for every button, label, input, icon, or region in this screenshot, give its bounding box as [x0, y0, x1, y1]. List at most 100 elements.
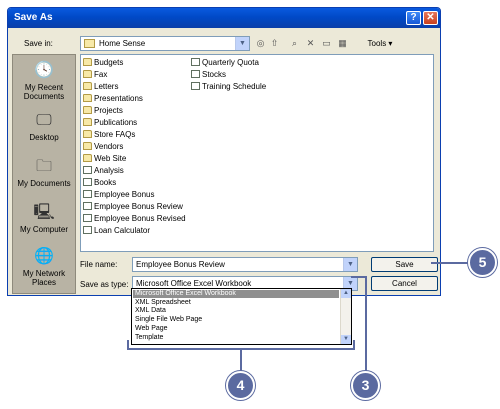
list-item[interactable]: Web Site: [83, 153, 126, 164]
cancel-button[interactable]: Cancel: [371, 276, 438, 291]
callout-5: 5: [468, 248, 497, 277]
scroll-down-icon[interactable]: ▼: [341, 335, 351, 344]
dialog-title: Save As: [14, 12, 53, 23]
file-name: Publications: [94, 118, 138, 127]
scroll-up-icon[interactable]: ▲: [341, 289, 351, 298]
callout-3: 3: [351, 371, 380, 400]
file-name: Budgets: [94, 58, 124, 67]
place-desktop[interactable]: 🖵 Desktop: [13, 111, 75, 142]
place-my-computer[interactable]: 🖳 My Computer: [13, 203, 75, 234]
places-bar: 🕓 My Recent Documents 🖵 Desktop 🗀 My Doc…: [12, 54, 76, 294]
file-name: Books: [94, 178, 117, 187]
list-item[interactable]: Letters: [83, 81, 118, 92]
file-name: Loan Calculator: [94, 226, 151, 235]
place-label: My Network Places: [22, 269, 66, 287]
workbook-icon: [83, 226, 92, 234]
dropdown-option[interactable]: Microsoft Office Excel Workbook: [133, 290, 339, 298]
help-button[interactable]: ?: [406, 11, 421, 25]
workbook-icon: [83, 190, 92, 198]
save-as-type-label: Save as type:: [80, 280, 129, 289]
recent-documents-icon: 🕓: [34, 62, 54, 79]
workbook-icon: [83, 214, 92, 222]
list-item[interactable]: Employee Bonus Revised: [83, 213, 186, 224]
file-name: Letters: [94, 82, 119, 91]
callout-line: [431, 262, 471, 264]
save-button[interactable]: Save: [371, 257, 438, 272]
new-folder-icon[interactable]: ▭: [320, 37, 333, 50]
workbook-icon: [83, 202, 92, 210]
views-icon[interactable]: ▦: [336, 37, 349, 50]
file-name: Employee Bonus: [94, 190, 155, 199]
file-name-input[interactable]: Employee Bonus Review ▼: [132, 257, 358, 272]
workbook-icon: [191, 58, 200, 66]
list-item[interactable]: Presentations: [83, 93, 143, 104]
file-name: Employee Bonus Review: [94, 202, 183, 211]
list-item[interactable]: Store FAQs: [83, 129, 135, 140]
search-web-icon[interactable]: ⌕: [288, 37, 301, 50]
chevron-down-icon[interactable]: ▼: [343, 258, 357, 271]
place-label: My Documents: [17, 179, 71, 188]
list-item[interactable]: Budgets: [83, 57, 123, 68]
file-name: Stocks: [202, 70, 227, 79]
folder-icon: [83, 58, 92, 66]
folder-icon: [83, 130, 92, 138]
list-item[interactable]: Quarterly Quota: [191, 57, 259, 68]
dropdown-option[interactable]: Web Page: [133, 325, 168, 333]
list-item[interactable]: Projects: [83, 105, 123, 116]
list-item[interactable]: Employee Bonus: [83, 189, 154, 200]
file-name-label: File name:: [80, 260, 118, 269]
file-name-value: Employee Bonus Review: [136, 260, 225, 269]
list-item[interactable]: Stocks: [191, 69, 226, 80]
tools-menu[interactable]: Tools ▾: [360, 37, 400, 50]
folder-icon: [83, 94, 92, 102]
file-name: Analysis: [94, 166, 124, 175]
folder-icon: [83, 70, 92, 78]
folder-icon: [83, 118, 92, 126]
list-item[interactable]: Analysis: [83, 165, 124, 176]
up-folder-icon[interactable]: ⇧: [268, 37, 281, 50]
dropdown-option[interactable]: XML Spreadsheet: [133, 299, 191, 307]
workbook-icon: [83, 178, 92, 186]
place-label: My Recent Documents: [23, 83, 65, 101]
folder-icon: [83, 82, 92, 90]
place-my-documents[interactable]: 🗀 My Documents: [13, 157, 75, 188]
close-button[interactable]: ✕: [423, 11, 438, 25]
back-icon[interactable]: ◎: [254, 37, 267, 50]
list-item[interactable]: Loan Calculator: [83, 225, 150, 236]
dropdown-option[interactable]: Template: [133, 334, 163, 342]
save-as-dialog: Save As ? ✕ Save in: Home Sense ▼ ◎ ⇧ ⌕ …: [7, 7, 441, 296]
desktop-icon: 🖵: [36, 112, 52, 129]
list-item[interactable]: Books: [83, 177, 116, 188]
place-network[interactable]: 🌐 My Network Places: [13, 247, 75, 287]
callout-bracket: [353, 340, 355, 350]
my-computer-icon: 🖳: [33, 204, 55, 221]
file-name: Presentations: [94, 94, 143, 103]
place-recent-documents[interactable]: 🕓 My Recent Documents: [13, 61, 75, 101]
save-as-type-dropdown[interactable]: Microsoft Office Excel Workbook XML Spre…: [131, 288, 352, 345]
file-name: Training Schedule: [202, 82, 267, 91]
file-name: Fax: [94, 70, 108, 79]
save-in-label: Save in:: [24, 39, 53, 48]
folder-icon: [83, 142, 92, 150]
dropdown-option[interactable]: XML Data: [133, 307, 166, 315]
list-item[interactable]: Publications: [83, 117, 137, 128]
chevron-down-icon[interactable]: ▼: [235, 37, 249, 50]
workbook-icon: [83, 166, 92, 174]
file-name: Projects: [94, 106, 123, 115]
workbook-icon: [191, 82, 200, 90]
file-list[interactable]: Budgets Fax Letters Presentations Projec…: [80, 54, 434, 252]
list-item[interactable]: Employee Bonus Review: [83, 201, 183, 212]
file-name: Quarterly Quota: [202, 58, 259, 67]
file-name: Web Site: [94, 154, 127, 163]
save-as-type-value: Microsoft Office Excel Workbook: [136, 279, 252, 288]
list-item[interactable]: Vendors: [83, 141, 123, 152]
callout-bracket: [127, 340, 129, 350]
list-item[interactable]: Training Schedule: [191, 81, 266, 92]
dropdown-scrollbar[interactable]: ▲ ▼: [340, 289, 351, 344]
dropdown-option[interactable]: Single File Web Page: [133, 316, 202, 324]
save-in-combo[interactable]: Home Sense ▼: [80, 36, 250, 51]
file-name: Vendors: [94, 142, 124, 151]
list-item[interactable]: Fax: [83, 69, 107, 80]
callout-line: [240, 349, 242, 371]
delete-icon[interactable]: ✕: [304, 37, 317, 50]
